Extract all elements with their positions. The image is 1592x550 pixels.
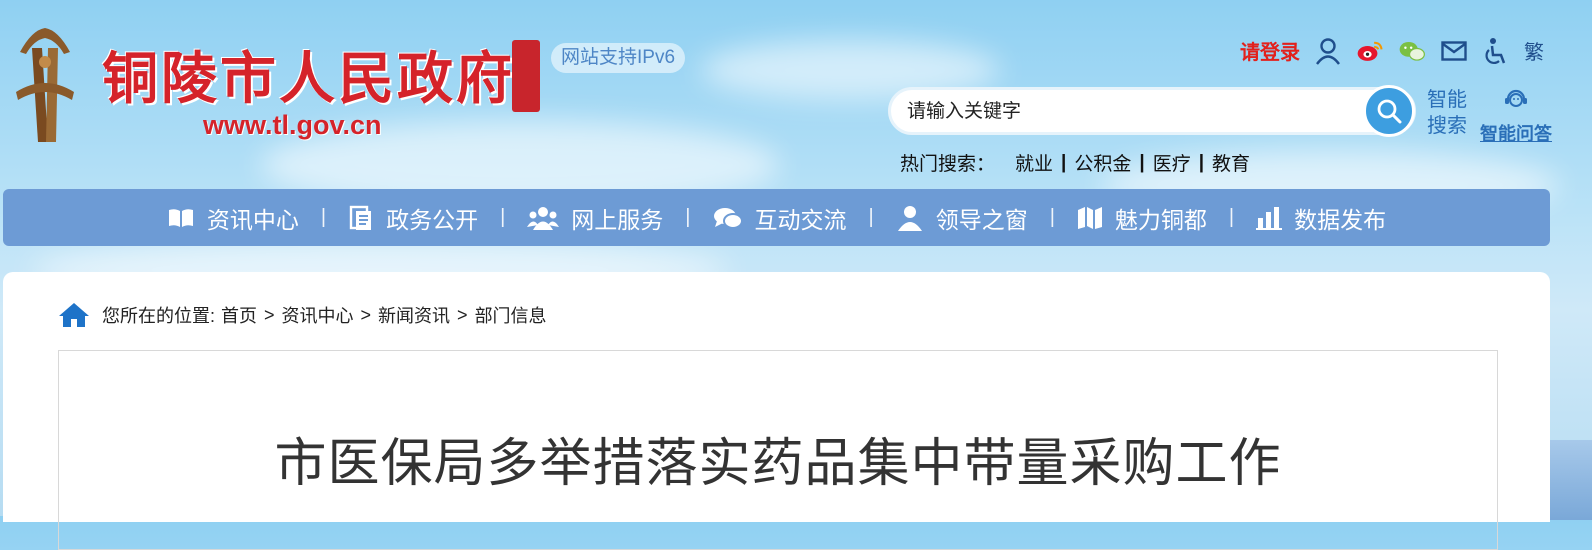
hot-search: 热门搜索： 就业 | 公积金 | 医疗 | 教育: [900, 149, 1250, 176]
accessibility-icon[interactable]: [1482, 37, 1510, 65]
hot-search-item[interactable]: 医疗: [1153, 149, 1191, 176]
article-container: 市医保局多举措落实药品集中带量采购工作: [58, 350, 1498, 550]
breadcrumb: 您所在的位置: 首页 > 资讯中心 > 新闻资讯 > 部门信息: [58, 302, 547, 328]
people-icon: [527, 206, 560, 230]
site-url: www.tl.gov.cn: [203, 110, 382, 140]
city-emblem-logo: [16, 28, 74, 142]
breadcrumb-prefix: 您所在的位置:: [102, 306, 216, 326]
smart-qa-icon: [1505, 89, 1527, 107]
smart-qa-link[interactable]: 智能问答: [1478, 87, 1554, 146]
breadcrumb-link-news[interactable]: 新闻资讯: [378, 302, 450, 328]
hot-search-item[interactable]: 就业: [1015, 149, 1053, 176]
person-icon: [897, 205, 922, 231]
site-title: 铜陵市人民政府: [102, 49, 515, 111]
nav-item-gov-affairs[interactable]: 政务公开: [348, 201, 478, 235]
nav-item-online-service[interactable]: 网上服务: [527, 201, 663, 235]
search-icon: [1377, 99, 1402, 124]
map-icon: [1077, 206, 1102, 229]
article-title: 市医保局多举措落实药品集中带量采购工作: [274, 435, 1282, 493]
smart-qa-label: 智能问答: [1480, 124, 1552, 144]
search-input[interactable]: [905, 90, 1349, 134]
search-box: [888, 85, 1416, 137]
chat-icon: [713, 207, 743, 229]
nav-label: 领导之窗: [935, 206, 1028, 233]
user-icon[interactable]: [1314, 37, 1342, 65]
nav-label: 魅力铜都: [1114, 206, 1207, 233]
mail-icon[interactable]: [1440, 37, 1468, 65]
top-links: 请登录 繁: [1240, 36, 1544, 65]
hot-search-item[interactable]: 公积金: [1074, 149, 1131, 176]
weibo-icon[interactable]: [1356, 37, 1384, 65]
ipv6-badge: 网站支持IPv6: [551, 43, 686, 73]
nav-item-interaction[interactable]: 互动交流: [713, 201, 847, 235]
login-link[interactable]: 请登录: [1240, 36, 1300, 65]
main-nav: 资讯中心 | 政务公开 | 网上服务 | 互动交流 | 领导之窗 | 魅力铜都 …: [3, 189, 1550, 246]
traditional-chinese-toggle[interactable]: 繁: [1524, 36, 1544, 65]
nav-label: 政务公开: [386, 206, 479, 233]
seal-stamp: [512, 40, 540, 112]
nav-item-leaders[interactable]: 领导之窗: [896, 201, 1028, 235]
search-button[interactable]: [1363, 85, 1415, 137]
bar-chart-icon: [1256, 206, 1283, 230]
decorative-background: [1550, 440, 1592, 520]
home-icon: [59, 303, 89, 327]
breadcrumb-link-home[interactable]: 首页: [221, 302, 257, 328]
nav-label: 资讯中心: [206, 206, 299, 233]
nav-item-news[interactable]: 资讯中心: [167, 201, 299, 235]
content-panel: 您所在的位置: 首页 > 资讯中心 > 新闻资讯 > 部门信息 市医保局多举措落…: [3, 272, 1550, 550]
smart-search-link[interactable]: 智能搜索: [1427, 87, 1471, 139]
document-icon: [349, 205, 372, 230]
breadcrumb-link-dept-info[interactable]: 部门信息: [475, 302, 547, 328]
nav-label: 网上服务: [571, 206, 664, 233]
nav-item-data-release[interactable]: 数据发布: [1256, 201, 1386, 235]
nav-label: 数据发布: [1294, 206, 1387, 233]
nav-label: 互动交流: [754, 206, 847, 233]
hot-search-label: 热门搜索：: [900, 154, 996, 175]
hot-search-item[interactable]: 教育: [1212, 149, 1250, 176]
nav-item-charm-tongdu[interactable]: 魅力铜都: [1077, 201, 1207, 235]
book-icon: [168, 208, 193, 227]
wechat-icon[interactable]: [1398, 37, 1426, 65]
breadcrumb-link-news-center[interactable]: 资讯中心: [282, 302, 354, 328]
